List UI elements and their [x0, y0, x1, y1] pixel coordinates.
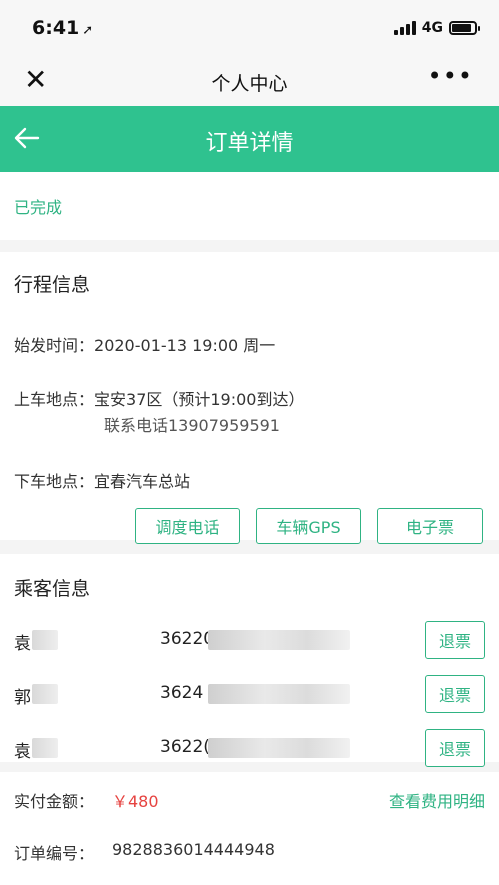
depart-value: 2020-01-13 19:00 周一	[94, 336, 276, 355]
dropoff-value: 宜春汽车总站	[94, 472, 191, 491]
vehicle-gps-button[interactable]: 车辆GPS	[256, 508, 361, 544]
wechat-nav-bar: ✕ 个人中心 •••	[0, 60, 499, 106]
pickup-value: 宝安37区（预计19:00到达）	[94, 390, 305, 409]
e-ticket-button[interactable]: 电子票	[377, 508, 483, 544]
id-redaction	[208, 684, 350, 704]
battery-icon	[449, 21, 480, 35]
order-number: 9828836014444948	[112, 840, 275, 859]
depart-label: 始发时间：	[14, 336, 95, 355]
passenger-id: 3624	[160, 683, 204, 703]
name-redaction	[32, 630, 58, 650]
passenger-row: 郭 3624 退票	[0, 674, 499, 714]
network-type: 4G	[421, 20, 443, 36]
order-number-label: 订单编号：	[14, 844, 95, 863]
pickup-row: 上车地点：宝安37区（预计19:00到达）	[14, 386, 305, 410]
pickup-label: 上车地点：	[14, 390, 95, 409]
trip-info-section: 行程信息 始发时间：2020-01-13 19:00 周一 上车地点：宝安37区…	[0, 252, 499, 544]
signal-icon	[393, 21, 416, 35]
payment-section: 实付金额： ￥480 查看费用明细 订单编号： 9828836014444948	[0, 772, 499, 885]
paid-amount: ￥480	[112, 792, 159, 811]
wechat-title: 个人中心	[211, 73, 288, 95]
passenger-name: 郭	[14, 688, 31, 708]
battery-level	[452, 24, 471, 32]
id-redaction	[208, 738, 350, 758]
trip-section-title: 行程信息	[14, 274, 91, 296]
location-arrow-icon: ➚	[82, 23, 94, 38]
pickup-phone: 联系电话13907959591	[104, 416, 280, 435]
dropoff-row: 下车地点：宜春汽车总站	[14, 468, 190, 492]
name-redaction	[32, 738, 58, 758]
passenger-id: 3622(	[160, 737, 210, 757]
order-status: 已完成	[14, 198, 63, 217]
passenger-info-section: 乘客信息 袁 36220 退票 郭 3624 退票 袁 3622( 退票	[0, 554, 499, 767]
passenger-name: 袁	[14, 634, 31, 654]
order-status-section: 已完成	[0, 172, 499, 240]
paid-label: 实付金额：	[14, 792, 95, 811]
refund-button[interactable]: 退票	[425, 675, 485, 713]
refund-button[interactable]: 退票	[425, 621, 485, 659]
more-icon[interactable]: •••	[428, 62, 473, 90]
passenger-row: 袁 36220 退票	[0, 620, 499, 660]
page-header: 订单详情	[0, 106, 499, 172]
depart-time-row: 始发时间：2020-01-13 19:00 周一	[14, 332, 275, 356]
status-time: 6:41 ➚	[32, 17, 94, 39]
dispatch-phone-button[interactable]: 调度电话	[135, 508, 240, 544]
passenger-id: 36220	[160, 629, 215, 649]
id-redaction	[208, 630, 350, 650]
passenger-section-title: 乘客信息	[14, 578, 91, 600]
status-bar: 6:41 ➚ 4G	[0, 0, 499, 60]
passenger-row: 袁 3622( 退票	[0, 728, 499, 768]
fee-detail-link[interactable]: 查看费用明细	[389, 788, 485, 812]
refund-button[interactable]: 退票	[425, 729, 485, 767]
dropoff-label: 下车地点：	[14, 472, 95, 491]
passenger-name: 袁	[14, 742, 31, 762]
name-redaction	[32, 684, 58, 704]
page-title: 订单详情	[205, 131, 294, 156]
